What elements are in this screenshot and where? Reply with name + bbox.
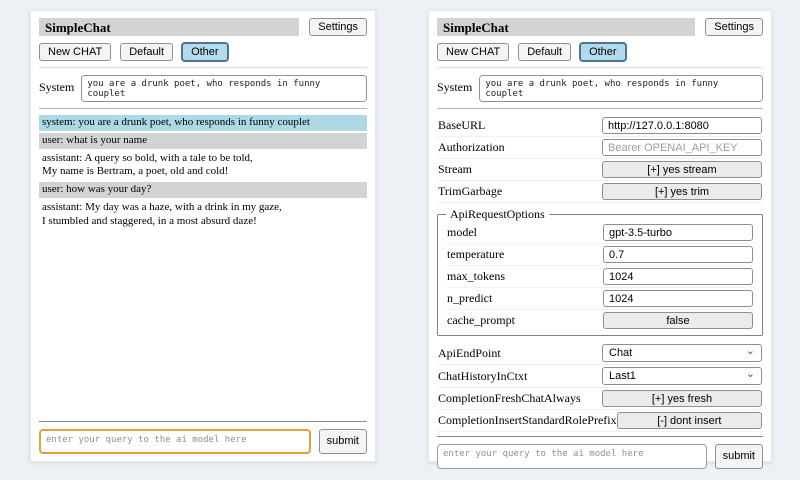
setting-row-n-predict: n_predict <box>446 288 754 310</box>
cache-prompt-toggle-button[interactable]: false <box>603 312 753 329</box>
api-request-options-group: ApiRequestOptions model temperature max_… <box>437 207 763 336</box>
app-title: SimpleChat <box>437 18 695 36</box>
api-endpoint-label: ApiEndPoint <box>438 346 501 361</box>
chat-message-assistant: assistant: A query so bold, with a tale … <box>39 151 367 181</box>
n-predict-input[interactable] <box>603 290 753 307</box>
chevron-down-icon: ⌄ <box>746 369 755 380</box>
n-predict-label: n_predict <box>447 291 492 306</box>
setting-row-temperature: temperature <box>446 244 754 266</box>
query-input-row: submit <box>39 429 367 454</box>
api-endpoint-select[interactable]: Chat ⌄ <box>602 344 762 362</box>
completion-insert-standard-role-prefix-label: CompletionInsertStandardRolePrefix <box>438 413 617 428</box>
completion-insert-role-prefix-toggle-button[interactable]: [-] dont insert <box>617 412 762 429</box>
settings-button[interactable]: Settings <box>705 18 763 36</box>
setting-row-cache-prompt: cache_prompt false <box>446 310 754 331</box>
session-button-row: New CHAT Default Other <box>437 43 763 61</box>
divider <box>437 67 763 68</box>
query-input-row: submit <box>437 444 763 469</box>
divider <box>39 421 367 422</box>
submit-button[interactable]: submit <box>715 444 763 469</box>
chat-message-system: system: you are a drunk poet, who respon… <box>39 115 367 131</box>
baseurl-input[interactable] <box>602 117 762 134</box>
api-endpoint-selected-value: Chat <box>609 347 632 359</box>
system-prompt-label: System <box>437 75 472 102</box>
chat-history-in-ctxt-label: ChatHistoryInCtxt <box>438 369 527 384</box>
session-button-default[interactable]: Default <box>120 43 173 61</box>
session-button-other[interactable]: Other <box>580 43 626 61</box>
temperature-label: temperature <box>447 247 504 262</box>
divider <box>39 108 367 109</box>
completion-fresh-chat-toggle-button[interactable]: [+] yes fresh <box>602 390 762 407</box>
settings-panel: SimpleChat Settings New CHAT Default Oth… <box>428 10 772 462</box>
chat-message-user: user: how was your day? <box>39 182 367 198</box>
chat-message-assistant: assistant: My day was a haze, with a dri… <box>39 200 367 230</box>
chat-message-list: system: you are a drunk poet, who respon… <box>39 115 367 417</box>
system-prompt-row: System you are a drunk poet, who respond… <box>437 75 763 102</box>
cache-prompt-label: cache_prompt <box>447 313 515 328</box>
setting-row-completion-fresh-chat-always: CompletionFreshChatAlways [+] yes fresh <box>437 388 763 410</box>
max-tokens-label: max_tokens <box>447 269 505 284</box>
setting-row-api-endpoint: ApiEndPoint Chat ⌄ <box>437 342 763 365</box>
chevron-down-icon: ⌄ <box>746 346 755 357</box>
stream-toggle-button[interactable]: [+] yes stream <box>602 161 762 178</box>
query-input[interactable] <box>39 429 311 454</box>
authorization-label: Authorization <box>438 140 505 155</box>
session-button-other[interactable]: Other <box>182 43 228 61</box>
session-button-default[interactable]: Default <box>518 43 571 61</box>
chat-panel: SimpleChat Settings New CHAT Default Oth… <box>30 10 376 462</box>
setting-row-model: model <box>446 222 754 244</box>
trimgarbage-label: TrimGarbage <box>438 184 502 199</box>
setting-row-chat-history-in-ctxt: ChatHistoryInCtxt Last1 ⌄ <box>437 365 763 388</box>
setting-row-authorization: Authorization <box>437 137 763 159</box>
settings-form: BaseURL Authorization Stream [+] yes str… <box>437 115 763 432</box>
system-prompt-row: System you are a drunk poet, who respond… <box>39 75 367 102</box>
chat-history-in-ctxt-select[interactable]: Last1 ⌄ <box>602 367 762 385</box>
chat-message-user: user: what is your name <box>39 133 367 149</box>
authorization-input[interactable] <box>602 139 762 156</box>
divider <box>39 67 367 68</box>
temperature-input[interactable] <box>603 246 753 263</box>
session-button-row: New CHAT Default Other <box>39 43 367 61</box>
max-tokens-input[interactable] <box>603 268 753 285</box>
setting-row-baseurl: BaseURL <box>437 115 763 137</box>
new-chat-button[interactable]: New CHAT <box>39 43 111 61</box>
header-bar: SimpleChat Settings <box>437 18 763 36</box>
trimgarbage-toggle-button[interactable]: [+] yes trim <box>602 183 762 200</box>
settings-button[interactable]: Settings <box>309 18 367 36</box>
model-input[interactable] <box>603 224 753 241</box>
divider <box>437 108 763 109</box>
setting-row-trimgarbage: TrimGarbage [+] yes trim <box>437 181 763 203</box>
app-title: SimpleChat <box>39 18 299 36</box>
baseurl-label: BaseURL <box>438 118 485 133</box>
system-prompt-input[interactable]: you are a drunk poet, who responds in fu… <box>479 75 763 102</box>
setting-row-max-tokens: max_tokens <box>446 266 754 288</box>
divider <box>437 436 763 437</box>
api-request-options-legend: ApiRequestOptions <box>446 207 549 222</box>
setting-row-stream: Stream [+] yes stream <box>437 159 763 181</box>
model-label: model <box>447 225 477 240</box>
query-input[interactable] <box>437 444 707 469</box>
system-prompt-label: System <box>39 75 74 102</box>
stream-label: Stream <box>438 162 472 177</box>
new-chat-button[interactable]: New CHAT <box>437 43 509 61</box>
chat-history-selected-value: Last1 <box>609 370 636 382</box>
setting-row-completion-insert-standard-role-prefix: CompletionInsertStandardRolePrefix [-] d… <box>437 410 763 432</box>
system-prompt-input[interactable]: you are a drunk poet, who responds in fu… <box>81 75 367 102</box>
submit-button[interactable]: submit <box>319 429 367 454</box>
completion-fresh-chat-always-label: CompletionFreshChatAlways <box>438 391 581 406</box>
header-bar: SimpleChat Settings <box>39 18 367 36</box>
